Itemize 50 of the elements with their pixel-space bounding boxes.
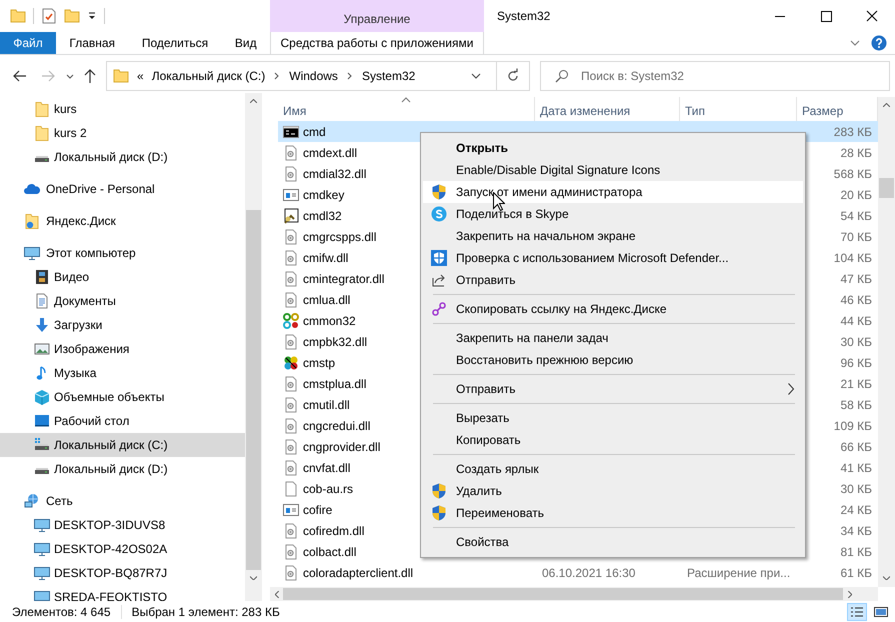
file-name: cmmon32 bbox=[303, 314, 356, 328]
file-size: 61 КБ bbox=[840, 566, 872, 580]
selection-info: Выбран 1 элемент: 283 КБ bbox=[132, 605, 280, 619]
file-name: cmutil.dll bbox=[303, 398, 350, 412]
file-name: cmgrcspps.dll bbox=[303, 230, 376, 244]
file-size: 58 КБ bbox=[840, 398, 872, 412]
file-size: 44 КБ bbox=[840, 314, 872, 328]
file-name: cofiredm.dll bbox=[303, 524, 364, 538]
file-name: cmdl32 bbox=[303, 208, 342, 222]
file-size: 81 КБ bbox=[840, 544, 872, 558]
file-name: cmdial32.dll bbox=[303, 166, 366, 180]
file-name: cmifw.dll bbox=[303, 250, 348, 264]
file-size: 54 КБ bbox=[840, 208, 872, 222]
file-size: 46 КБ bbox=[840, 292, 872, 306]
file-name: coloradapterclient.dll bbox=[303, 566, 414, 580]
file-name: cmdext.dll bbox=[303, 146, 358, 160]
file-name: cmstplua.dll bbox=[303, 376, 366, 390]
file-size: 104 КБ bbox=[834, 250, 872, 264]
window-title: System32 bbox=[497, 9, 550, 23]
file-name: cngprovider.dll bbox=[303, 440, 380, 454]
file-size: 66 КБ bbox=[840, 440, 872, 454]
file-size: 47 КБ bbox=[840, 272, 872, 286]
file-name: cmlua.dll bbox=[303, 292, 350, 306]
file-name: colbact.dll bbox=[303, 544, 356, 558]
file-size: 30 КБ bbox=[840, 482, 872, 496]
file-name: cmintegrator.dll bbox=[303, 272, 384, 286]
file-date: 06.10.2021 16:30 bbox=[542, 566, 636, 580]
file-name: cmpbk32.dll bbox=[303, 334, 368, 348]
context-group-label: Управление bbox=[344, 12, 410, 26]
file-size: 41 КБ bbox=[840, 460, 872, 474]
file-size: 20 КБ bbox=[840, 188, 872, 202]
file-name: cmstp bbox=[303, 356, 336, 370]
file-size: 24 КБ bbox=[840, 502, 872, 516]
item-count: Элементов: 4 645 bbox=[12, 605, 111, 619]
file-name: cofire bbox=[303, 502, 332, 516]
file-name: cnvfat.dll bbox=[303, 460, 350, 474]
file-size: 96 КБ bbox=[840, 356, 872, 370]
file-name: cngcredui.dll bbox=[303, 418, 370, 432]
file-size: 70 КБ bbox=[840, 230, 872, 244]
file-size: 34 КБ bbox=[840, 524, 872, 538]
file-size: 283 КБ bbox=[834, 124, 872, 138]
file-size: 28 КБ bbox=[840, 146, 872, 160]
file-size: 21 КБ bbox=[840, 376, 872, 390]
file-name: cob-au.rs bbox=[303, 482, 354, 496]
file-size: 568 КБ bbox=[834, 166, 872, 180]
file-type: Расширение при... bbox=[687, 566, 790, 580]
file-name: cmd bbox=[303, 124, 326, 138]
file-size: 30 КБ bbox=[840, 334, 872, 348]
file-size: 109 КБ bbox=[834, 418, 872, 432]
file-name: cmdkey bbox=[303, 188, 344, 202]
